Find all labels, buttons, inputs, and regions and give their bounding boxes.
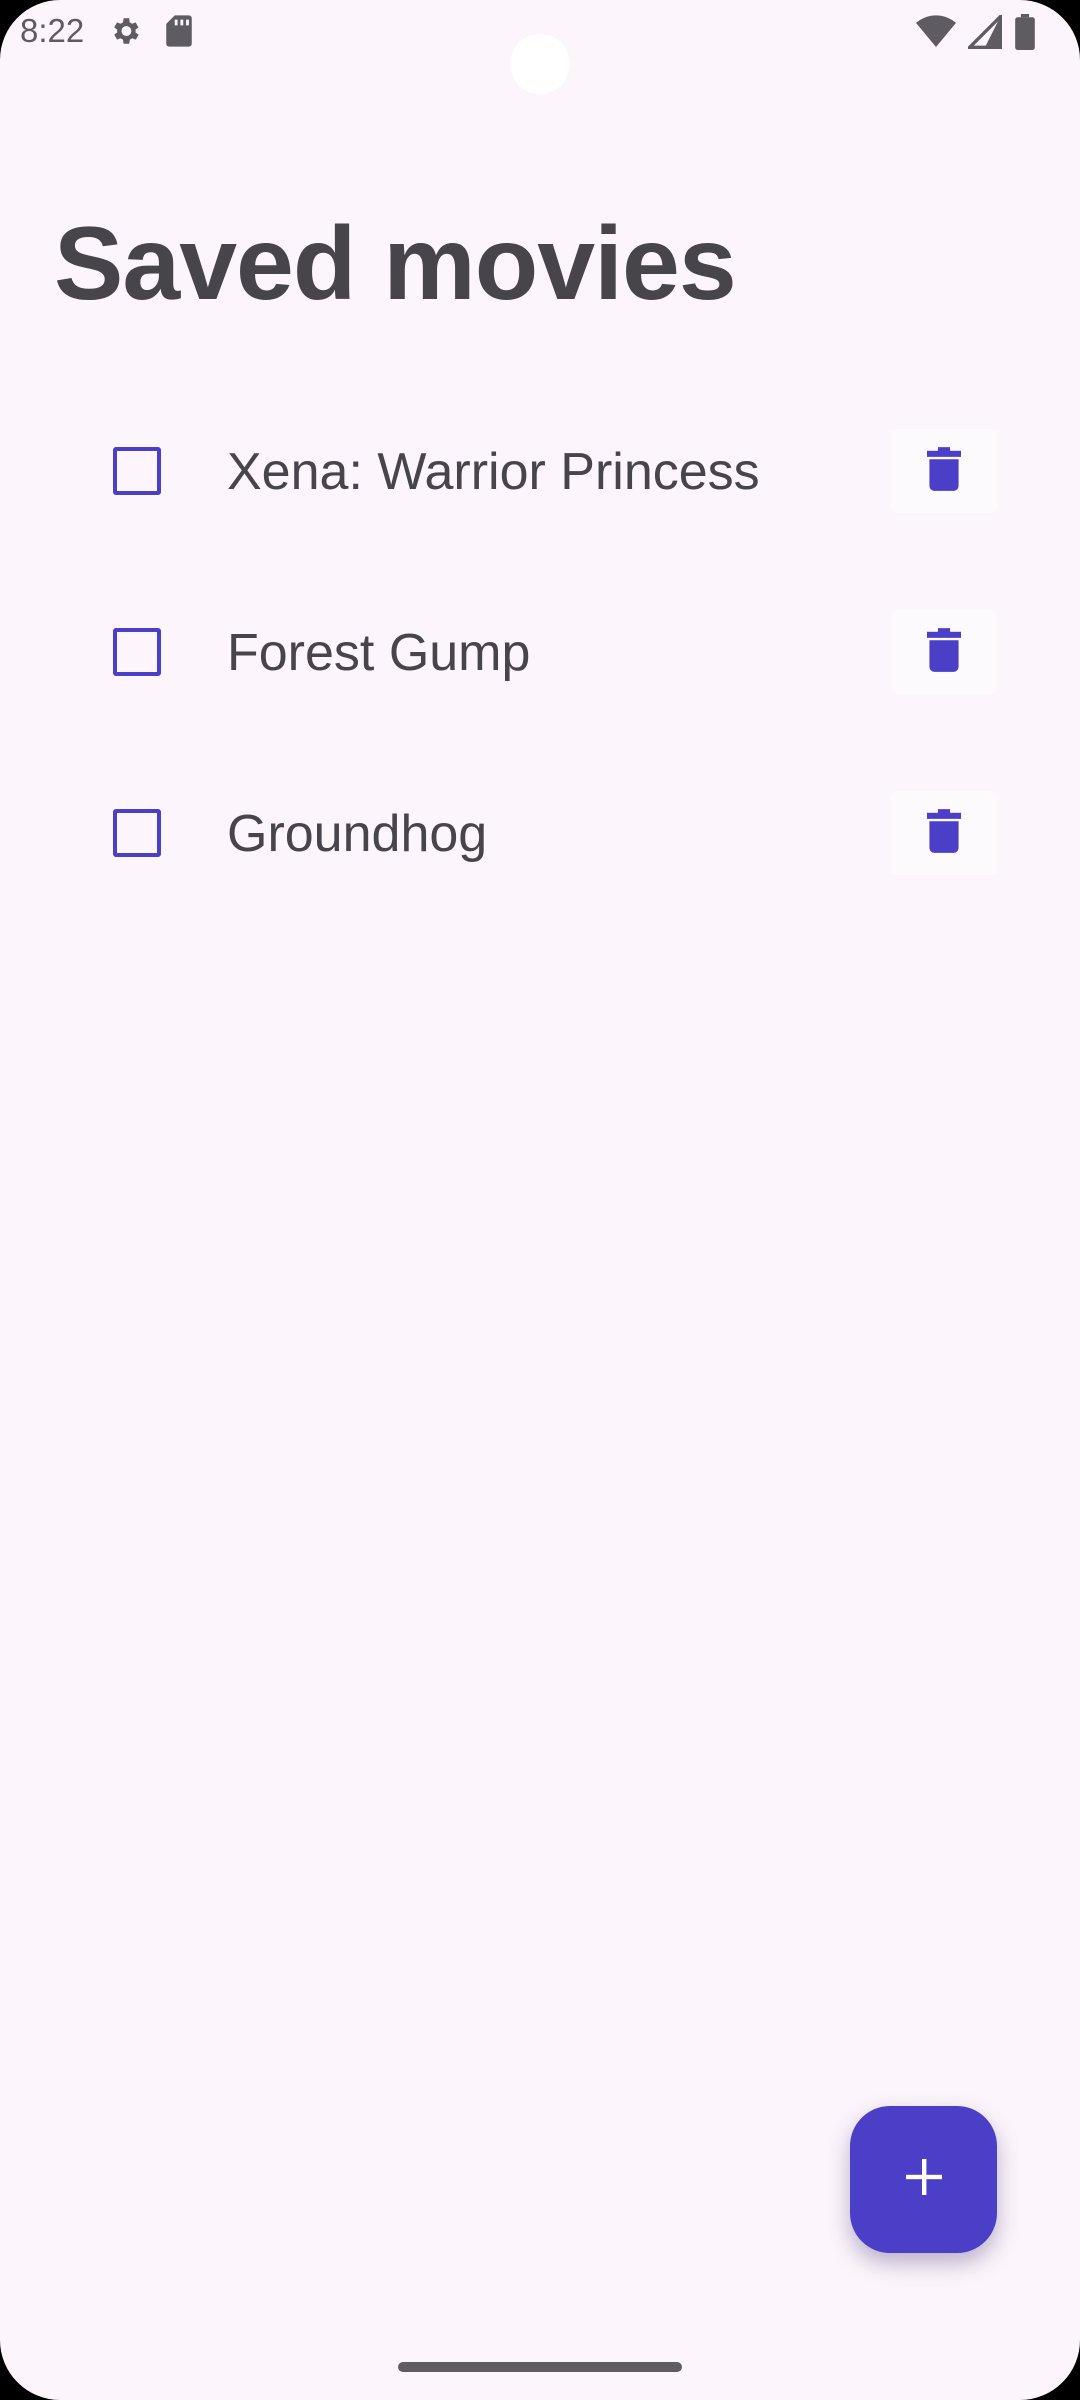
movie-title: Groundhog — [227, 805, 488, 863]
delete-button[interactable] — [891, 610, 997, 694]
delete-button[interactable] — [891, 429, 997, 513]
page-title: Saved movies — [54, 206, 737, 322]
battery-icon — [1014, 14, 1036, 55]
status-right-icons — [916, 12, 1036, 55]
sd-card-icon — [164, 14, 194, 53]
delete-button[interactable] — [891, 791, 997, 875]
status-left-icons — [108, 14, 194, 53]
add-movie-button[interactable] — [850, 2106, 997, 2253]
signal-icon — [965, 12, 1002, 54]
movie-checkbox[interactable] — [113, 809, 161, 857]
wifi-icon — [916, 15, 956, 54]
movie-title: Xena: Warrior Princess — [227, 443, 760, 501]
plus-icon — [904, 2157, 944, 2202]
movie-checkbox[interactable] — [113, 447, 161, 495]
list-item: Xena: Warrior Princess — [0, 420, 1080, 601]
gear-icon — [108, 14, 142, 53]
status-time: 8:22 — [20, 12, 85, 49]
trash-icon — [927, 808, 961, 859]
trash-icon — [927, 446, 961, 497]
movie-list: Xena: Warrior Princess Forest Gump Groun… — [0, 420, 1080, 963]
gesture-handle[interactable] — [398, 2362, 682, 2372]
trash-icon — [927, 627, 961, 678]
movie-checkbox[interactable] — [113, 628, 161, 676]
camera-cutout — [510, 34, 570, 94]
status-bar: 8:22 — [0, 0, 1080, 94]
list-item: Groundhog — [0, 782, 1080, 963]
list-item: Forest Gump — [0, 601, 1080, 782]
movie-title: Forest Gump — [227, 624, 531, 682]
app-screen: 8:22 Saved movies Xena: Warrior Princess… — [0, 0, 1080, 2400]
